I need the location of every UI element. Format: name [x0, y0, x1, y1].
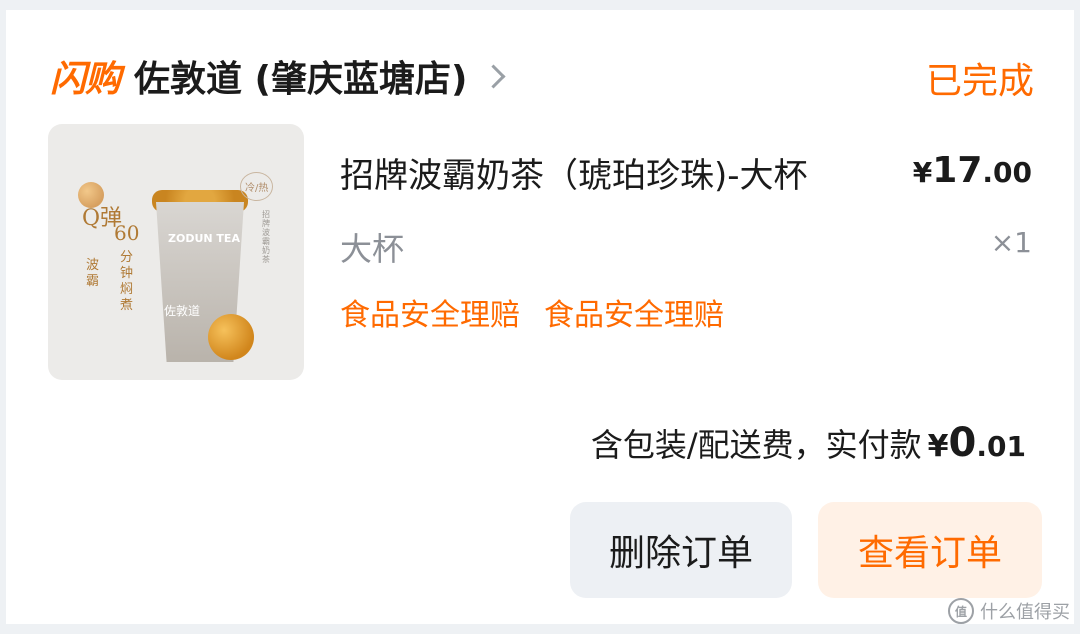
zhi-logo-icon: 值 [948, 598, 974, 624]
chevron-right-icon[interactable] [481, 63, 506, 89]
service-tags: 食品安全理赔 食品安全理赔 [340, 290, 724, 334]
price-integer: 17 [932, 150, 983, 191]
delete-order-button[interactable]: 删除订单 [570, 502, 792, 598]
cup-brand-text: ZODUN TEA [168, 232, 240, 245]
order-card: 闪购 佐敦道 (肇庆蓝塘店) 已完成 Q弹 波霸 60 分钟焖煮 ZODUN T… [6, 10, 1074, 624]
shangou-logo: 闪购 [50, 59, 121, 100]
total-integer: 0 [948, 420, 977, 466]
payment-summary: 含包装/配送费，实付款 ¥0.01 [591, 420, 1026, 466]
thumb-sixty-sub: 分钟焖煮 [120, 250, 134, 313]
store-name[interactable]: 佐敦道 (肇庆蓝塘店) [134, 50, 467, 102]
watermark: 值 什么值得买 [948, 598, 1070, 624]
payment-label: 含包装/配送费，实付款 [590, 426, 922, 464]
pearl-ball-icon [208, 314, 254, 360]
food-safety-tag: 食品安全理赔 [544, 298, 724, 333]
total-decimal: .01 [976, 430, 1026, 463]
thumb-side-text: 招牌波霸奶茶 [262, 210, 270, 264]
price-decimal: .00 [982, 156, 1032, 189]
product-name[interactable]: 招牌波霸奶茶（琥珀珍珠)-大杯 [340, 148, 808, 197]
watermark-text: 什么值得买 [980, 602, 1070, 623]
cup-label-text: 佐敦道 [164, 304, 201, 318]
order-status: 已完成 [925, 61, 1034, 102]
price-symbol: ¥ [912, 156, 933, 189]
product-thumbnail[interactable]: Q弹 波霸 60 分钟焖煮 ZODUN TEA 佐敦道 冷/热 招牌波霸奶茶 [48, 124, 304, 380]
food-safety-tag: 食品安全理赔 [340, 298, 520, 333]
hot-cold-badge: 冷/热 [240, 172, 274, 201]
thumb-sixty: 60 [114, 221, 140, 245]
thumb-q-sub: 波霸 [86, 258, 100, 289]
total-symbol: ¥ [927, 429, 949, 464]
item-price: ¥17.00 [913, 150, 1032, 191]
store-header[interactable]: 闪购 佐敦道 (肇庆蓝塘店) [50, 46, 506, 106]
pearl-decoration-icon [78, 182, 104, 208]
product-spec: 大杯 [340, 230, 405, 268]
view-order-button[interactable]: 查看订单 [818, 502, 1042, 598]
product-quantity: ×1 [990, 226, 1032, 259]
